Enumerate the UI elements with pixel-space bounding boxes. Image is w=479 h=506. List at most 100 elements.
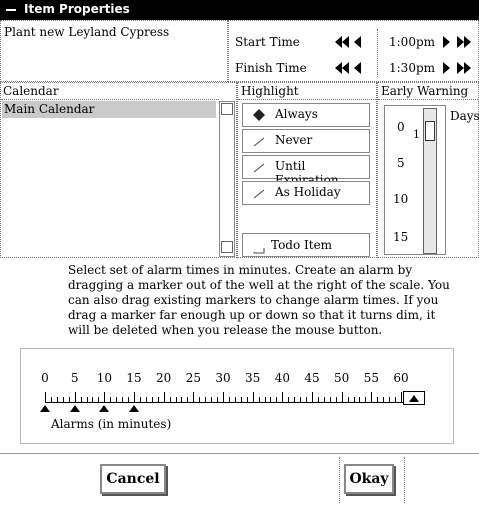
ruler-tick [252,392,254,402]
alarm-marker[interactable] [40,405,50,412]
ruler-tick [139,397,141,402]
finish-back-button[interactable] [353,61,363,75]
ruler-tick [317,397,319,402]
instructions-text: Select set of alarm times in minutes. Cr… [68,263,450,337]
cancel-button[interactable]: Cancel [100,464,166,494]
scale-label: 25 [185,371,201,385]
fast-forward-icon [457,36,471,48]
alarm-marker[interactable] [129,405,139,412]
forward-arrow-icon [443,36,450,48]
forward-arrow-icon [443,62,450,74]
highlight-panel: Highlight Always Never Until Expiration … [237,82,377,258]
scale-label: 10 [96,371,112,385]
todo-item-label: Todo Item [271,238,333,252]
calendar-scrollbar[interactable] [219,101,235,257]
scale-label: 0 [41,371,49,385]
ruler-tick [294,397,296,402]
early-warning-slider-thumb[interactable] [425,121,435,141]
scale-label: 50 [334,371,350,385]
scale-label: 0 [397,120,405,134]
early-warning-slider-track[interactable] [423,108,437,254]
scale-label: 20 [156,371,172,385]
diamond-selected-icon [253,109,265,121]
window-menu-icon[interactable] [6,9,16,11]
alarm-ruler[interactable] [45,389,411,403]
start-forward-button[interactable] [441,35,451,49]
ruler-tick [62,397,64,402]
ruler-tick [270,397,272,402]
title-bar[interactable]: Item Properties [0,0,479,20]
scale-label: 5 [70,371,79,385]
item-name-text[interactable]: Plant new Leyland Cypress [4,25,169,39]
ruler-tick [110,397,112,402]
ruler-tick [240,397,242,402]
alarms-label: Alarms (in minutes) [51,417,172,431]
highlight-header: Highlight [241,84,299,98]
okay-button[interactable]: Okay [344,464,394,494]
start-time-label: Start Time [235,35,300,49]
highlight-option-always[interactable]: Always [242,103,370,127]
start-rewind-button[interactable] [335,35,349,49]
ruler-tick [181,397,183,402]
calendar-header: Calendar [3,84,59,98]
finish-rewind-button[interactable] [335,61,349,75]
finish-forward-button[interactable] [441,61,451,75]
ruler-tick [205,397,207,402]
ruler-tick [246,397,248,402]
ruler-tick [300,397,302,402]
ruler-tick [306,397,308,402]
ruler-tick [234,397,236,402]
ruler-tick [56,397,58,402]
early-warning-scale-box: 0 5 10 15 1 [384,105,446,255]
ruler-tick [264,397,266,402]
scale-label: 45 [304,371,320,385]
scale-label: 55 [363,371,379,385]
alarm-marker-well[interactable] [403,391,425,405]
alarm-marker[interactable] [69,405,80,412]
alarm-marker[interactable] [99,405,110,412]
diamond-unselected-icon [253,189,265,199]
ruler-tick [74,392,76,402]
highlight-header-divider [238,99,376,100]
start-fastforward-button[interactable] [457,35,471,49]
rewind-icon [335,36,349,48]
fast-forward-icon [457,62,471,74]
scroll-up-icon[interactable] [221,103,233,115]
ruler-tick [116,397,118,402]
checkbox-icon [253,248,265,254]
todo-item-checkbox[interactable]: Todo Item [242,233,370,257]
highlight-option-never[interactable]: Never [242,129,370,153]
ruler-tick [45,392,46,402]
scale-label: 15 [393,230,409,244]
footer-divider [0,453,479,454]
scale-label: 40 [274,371,290,385]
start-back-button[interactable] [353,35,363,49]
calendar-item-label: Main Calendar [4,102,95,116]
ruler-tick [104,392,106,402]
scroll-down-icon[interactable] [221,241,233,253]
ruler-tick [395,397,397,402]
highlight-option-until-expiration[interactable]: Until Expiration [242,155,370,187]
ruler-tick [169,397,171,402]
highlight-option-label: As Holiday [275,185,341,199]
ruler-tick [258,397,260,402]
calendar-panel: Calendar Main Calendar [0,82,237,258]
ruler-tick [157,397,159,402]
start-time-value: 1:00pm [389,35,436,49]
ruler-tick [68,397,70,402]
highlight-option-as-holiday[interactable]: As Holiday [242,181,370,205]
highlight-option-label: Never [275,133,313,147]
ruler-tick [175,397,177,402]
ruler-tick [329,397,331,402]
ruler-tick [341,392,343,402]
ruler-tick [217,397,219,402]
calendar-list-item[interactable]: Main Calendar [2,101,216,118]
ruler-tick [371,392,373,402]
ruler-tick [359,397,361,402]
ruler-tick [199,397,201,402]
ruler-tick [187,397,189,402]
calendar-header-divider [1,99,219,100]
scale-label: 15 [126,371,142,385]
ruler-tick [128,397,130,402]
finish-fastforward-button[interactable] [457,61,471,75]
